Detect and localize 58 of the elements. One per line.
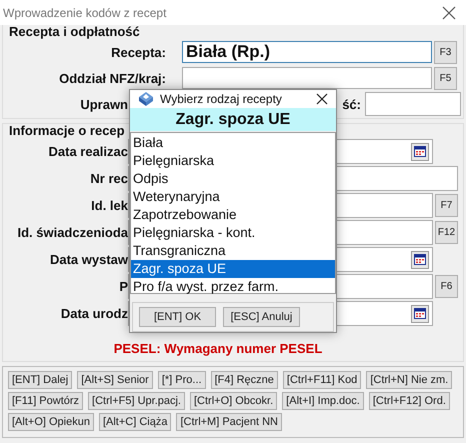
window-title: Wprowadzenie kodów z recept (3, 6, 166, 20)
calendar-icon (414, 146, 426, 157)
list-item[interactable]: Odpis (131, 170, 335, 188)
shortcut-button[interactable]: [Alt+I] Imp.doc. (282, 392, 364, 410)
shortcut-button[interactable]: F12 (435, 221, 458, 244)
shortcut-button[interactable]: [Ctrl+M] Pacjent NN (176, 413, 282, 431)
shortcut-button[interactable]: F3 (434, 40, 457, 64)
close-icon[interactable] (316, 93, 328, 105)
dialog-button[interactable]: [ESC] Anuluj (223, 307, 300, 327)
calendar-button[interactable] (411, 142, 429, 160)
shortcut-button[interactable]: [Ctrl+N] Nie zm. (366, 371, 452, 389)
list-item[interactable]: Pro f/a wyst. przez farm. (131, 278, 335, 296)
field-label: Nr rec (89, 171, 128, 186)
input-field[interactable] (182, 67, 432, 89)
input-field[interactable] (365, 92, 461, 116)
field-label: Data wystaw (48, 252, 128, 267)
calendar-icon (414, 308, 426, 319)
input-field[interactable]: Biała (Rp.) (182, 41, 432, 63)
field-label: Id. świadczenioda (16, 225, 128, 240)
field-label: Data urodz (60, 306, 128, 321)
field-label: P (118, 279, 128, 294)
shortcut-button[interactable]: [F4] Ręczne (210, 371, 278, 389)
shortcut-button[interactable]: [Alt+O] Opiekun (8, 413, 94, 431)
list-item[interactable]: Weterynaryjna (131, 188, 335, 206)
field-label: ść: (342, 96, 362, 112)
shortcut-button[interactable]: [Ctrl+F12] Ord. (368, 392, 450, 410)
dialog-title: Wybierz rodzaj recepty (160, 92, 283, 106)
list-item[interactable]: Zagr. spoza UE (131, 260, 335, 278)
shortcut-button[interactable]: [F11] Powtórz (8, 392, 84, 410)
close-icon[interactable] (442, 6, 456, 20)
calendar-button[interactable] (411, 304, 429, 322)
list-item[interactable]: Pielęgniarska (131, 152, 335, 170)
dialog-button[interactable]: [ENT] OK (139, 307, 216, 327)
field-label: Id. lek (90, 198, 128, 213)
group-title: Recepta i odpłatność (8, 25, 141, 39)
shortcut-button[interactable]: [ENT] Dalej (8, 371, 72, 389)
shortcut-button[interactable]: [*] Pro... (158, 371, 206, 389)
selected-type-header: Zagr. spoza UE (130, 108, 336, 131)
field-label: Data realizac (48, 144, 128, 159)
list-item[interactable]: Biała (131, 134, 335, 152)
shortcut-button[interactable]: F6 (435, 275, 458, 298)
shortcut-button[interactable]: [Ctrl+F11] Kod (282, 371, 362, 389)
calendar-button[interactable] (411, 250, 429, 268)
shortcut-button[interactable]: F5 (434, 66, 457, 90)
shortcut-button[interactable]: [Ctrl+O] Obcokr. (190, 392, 278, 410)
shortcut-button[interactable]: [Ctrl+F5] Upr.pacj. (88, 392, 185, 410)
list-item[interactable]: Transgraniczna (131, 242, 335, 260)
list-item[interactable]: Zapotrzebowanie (131, 206, 335, 224)
field-label: Uprawn (79, 96, 128, 112)
warning-text: PESEL: Wymagany numer PESEL (112, 340, 324, 356)
field-label: Recepta: (110, 44, 167, 60)
shortcut-button[interactable]: F7 (435, 194, 458, 217)
shortcut-button[interactable]: [Alt+C] Ciąża (98, 413, 172, 431)
field-label: Oddział NFZ/kraj: (58, 70, 167, 86)
calendar-icon (414, 254, 426, 265)
group-title: Informacje o recep (8, 124, 126, 138)
list-item[interactable]: Pielęgniarska - kont. (131, 224, 335, 242)
shortcut-button[interactable]: [Alt+S] Senior (77, 371, 153, 389)
